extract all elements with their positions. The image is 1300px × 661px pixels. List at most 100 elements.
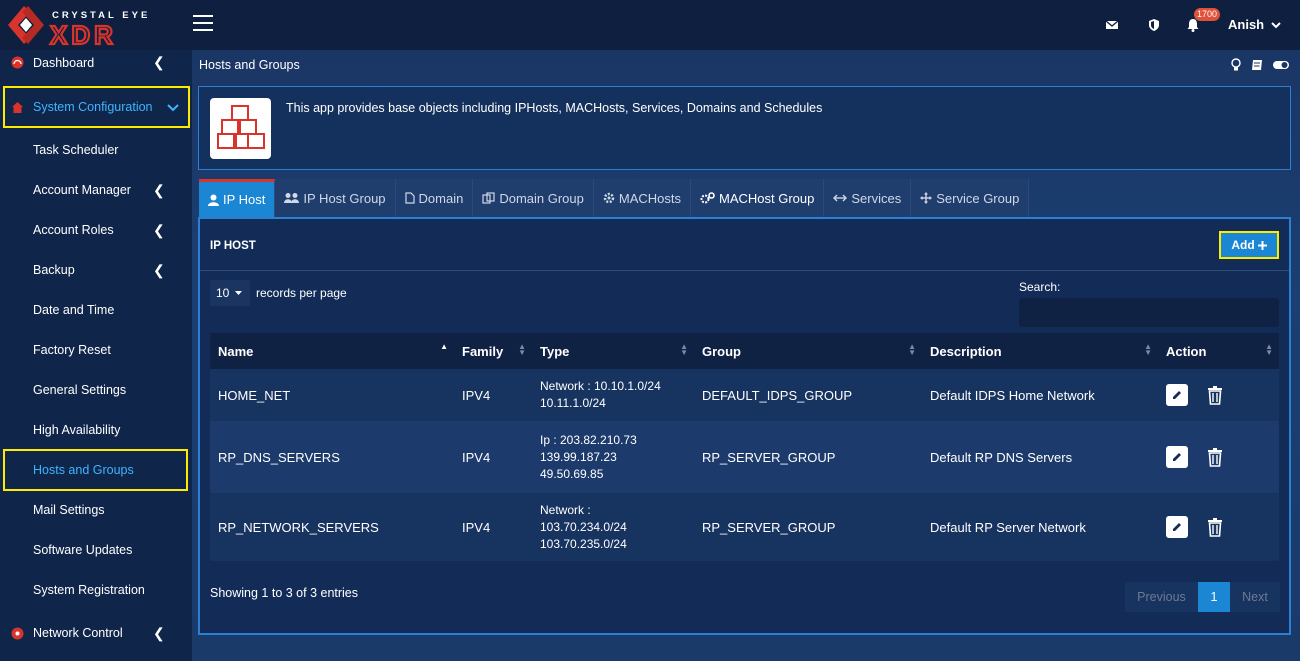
menu-toggle-button[interactable] — [193, 15, 213, 33]
caret-down-icon — [235, 290, 243, 295]
chevron-left-icon: ❮ — [153, 221, 165, 238]
previous-page-button[interactable]: Previous — [1125, 582, 1198, 612]
edit-button[interactable] — [1166, 516, 1188, 538]
next-page-button[interactable]: Next — [1230, 582, 1280, 612]
type-line: 10.11.1.0/24 — [540, 396, 606, 410]
chevron-left-icon: ❮ — [153, 181, 165, 198]
sidebar-item-high-availability[interactable]: High Availability — [0, 410, 192, 450]
sidebar-item-software-updates[interactable]: Software Updates — [0, 530, 192, 570]
tab-label: Service Group — [936, 190, 1020, 206]
tab-ip-host[interactable]: IP Host — [199, 179, 276, 217]
add-button[interactable]: Add — [1219, 231, 1279, 259]
sidebar-item-mail-settings[interactable]: Mail Settings — [0, 490, 192, 530]
plus-icon — [1257, 240, 1267, 250]
page-length-control: 10 records per page — [210, 280, 347, 306]
type-line: 103.70.234.0/24 — [540, 519, 627, 534]
lightbulb-icon[interactable] — [1230, 58, 1242, 72]
sidebar-item-label: Account Roles — [33, 223, 114, 237]
sidebar-item-label: Dashboard — [33, 55, 95, 70]
delete-button[interactable] — [1204, 384, 1226, 406]
chevron-left-icon: ❮ — [153, 624, 165, 641]
column-header-action[interactable]: Action ▲ ▼ — [1158, 333, 1279, 369]
toggle-icon[interactable] — [1272, 58, 1290, 72]
trash-icon — [1208, 518, 1222, 537]
sidebar-item-network-control[interactable]: Network Control ❮ — [0, 613, 192, 653]
tab-label: Domain Group — [499, 190, 584, 206]
column-header-description[interactable]: Description ▲ ▼ — [922, 333, 1158, 369]
column-header-name[interactable]: Name ▲ — [210, 333, 454, 369]
home-icon — [12, 101, 23, 113]
tab-ip-host-group[interactable]: IP Host Group — [275, 179, 396, 217]
page-size-select[interactable]: 10 — [210, 280, 250, 306]
tab-domain[interactable]: Domain — [395, 179, 474, 217]
tab-machosts[interactable]: MACHosts — [593, 179, 691, 217]
sidebar-item-label: Network Control — [33, 626, 123, 640]
chevron-down-icon — [1271, 17, 1281, 32]
sidebar-item-date-and-time[interactable]: Date and Time — [0, 290, 192, 330]
sidebar-item-dashboard[interactable]: Dashboard ❮ — [0, 50, 192, 75]
cell-type: Network : 10.10.1.0/24 10.11.1.0/24 — [532, 369, 694, 421]
cell-description: Default RP Server Network — [930, 519, 1086, 535]
pencil-icon — [1173, 391, 1181, 399]
sidebar-item-system-registration[interactable]: System Registration — [0, 570, 192, 610]
gear-icon — [603, 192, 615, 204]
column-header-type[interactable]: Type ▲ ▼ — [532, 333, 694, 369]
sidebar-item-account-manager[interactable]: Account Manager ❮ — [0, 170, 192, 210]
cell-action — [1158, 493, 1279, 561]
search-input[interactable] — [1019, 298, 1279, 327]
sidebar-item-task-scheduler[interactable]: Task Scheduler — [0, 130, 192, 170]
edit-button[interactable] — [1166, 384, 1188, 406]
edit-button[interactable] — [1166, 446, 1188, 468]
type-line: 139.99.187.23 — [540, 449, 617, 464]
crystal-eye-logo[interactable]: CRYSTAL EYE XDR — [4, 2, 164, 51]
cell-description: Default RP DNS Servers — [930, 449, 1073, 465]
cell-type: Network : 103.70.234.0/24 103.70.235.0/2… — [532, 493, 694, 561]
dashboard-icon — [11, 56, 24, 69]
tab-bar: IP Host IP Host Group Domain Domain Grou… — [199, 179, 1030, 217]
sidebar-item-factory-reset[interactable]: Factory Reset — [0, 330, 192, 370]
sidebar-item-label: Hosts and Groups — [33, 463, 134, 477]
tab-domain-group[interactable]: Domain Group — [473, 179, 594, 217]
trash-icon — [1208, 386, 1222, 405]
sidebar-item-label: System Registration — [33, 583, 145, 597]
tab-label: MACHost Group — [719, 190, 815, 206]
shield-icon[interactable] — [1146, 17, 1162, 33]
cell-family: IPV4 — [462, 387, 491, 403]
search-label: Search: — [1019, 280, 1061, 294]
tab-label: IP Host Group — [303, 190, 386, 206]
chevron-left-icon: ❮ — [153, 261, 165, 278]
sidebar-item-backup[interactable]: Backup ❮ — [0, 250, 192, 290]
book-icon[interactable] — [1250, 58, 1264, 72]
sidebar-item-account-roles[interactable]: Account Roles ❮ — [0, 210, 192, 250]
delete-button[interactable] — [1204, 446, 1226, 468]
sidebar-item-system-configuration[interactable]: System Configuration — [3, 86, 190, 128]
column-header-group[interactable]: Group ▲ ▼ — [694, 333, 922, 369]
top-bar: CRYSTAL EYE XDR 1700 Anish — [0, 0, 1300, 51]
add-button-label: Add — [1231, 238, 1255, 252]
sidebar-item-hosts-and-groups[interactable]: Hosts and Groups — [3, 449, 188, 491]
cell-group: RP_SERVER_GROUP — [702, 519, 836, 535]
arrows-horizontal-icon — [833, 194, 848, 202]
cell-type: Ip : 203.82.210.73 139.99.187.23 49.50.6… — [532, 421, 694, 493]
cubes-icon — [210, 98, 271, 159]
user-menu[interactable]: Anish — [1228, 17, 1281, 32]
cell-action — [1158, 421, 1279, 493]
cell-action — [1158, 369, 1279, 421]
delete-button[interactable] — [1204, 516, 1226, 538]
main-content: Hosts and Groups This app provides base … — [192, 50, 1300, 661]
mail-icon[interactable] — [1104, 17, 1120, 33]
type-line: Network : 10.10.1.0/24 — [540, 379, 661, 393]
panel-header: IP HOST Add — [200, 219, 1289, 271]
page-1-button[interactable]: 1 — [1198, 582, 1230, 612]
table-header-row: Name ▲ Family ▲ ▼ Type ▲ ▼ Group ▲ ▼ Descriptio… — [210, 333, 1279, 369]
tab-machost-group[interactable]: MACHost Group — [691, 179, 825, 217]
cell-family: IPV4 — [462, 519, 491, 535]
sidebar-item-label: Factory Reset — [33, 343, 111, 357]
sidebar-item-general-settings[interactable]: General Settings — [0, 370, 192, 410]
gears-icon — [700, 192, 715, 204]
column-header-family[interactable]: Family ▲ ▼ — [454, 333, 532, 369]
tab-services[interactable]: Services — [824, 179, 912, 217]
user-name: Anish — [1228, 17, 1265, 32]
tab-service-group[interactable]: Service Group — [911, 179, 1030, 217]
chevron-left-icon: ❮ — [153, 54, 165, 70]
